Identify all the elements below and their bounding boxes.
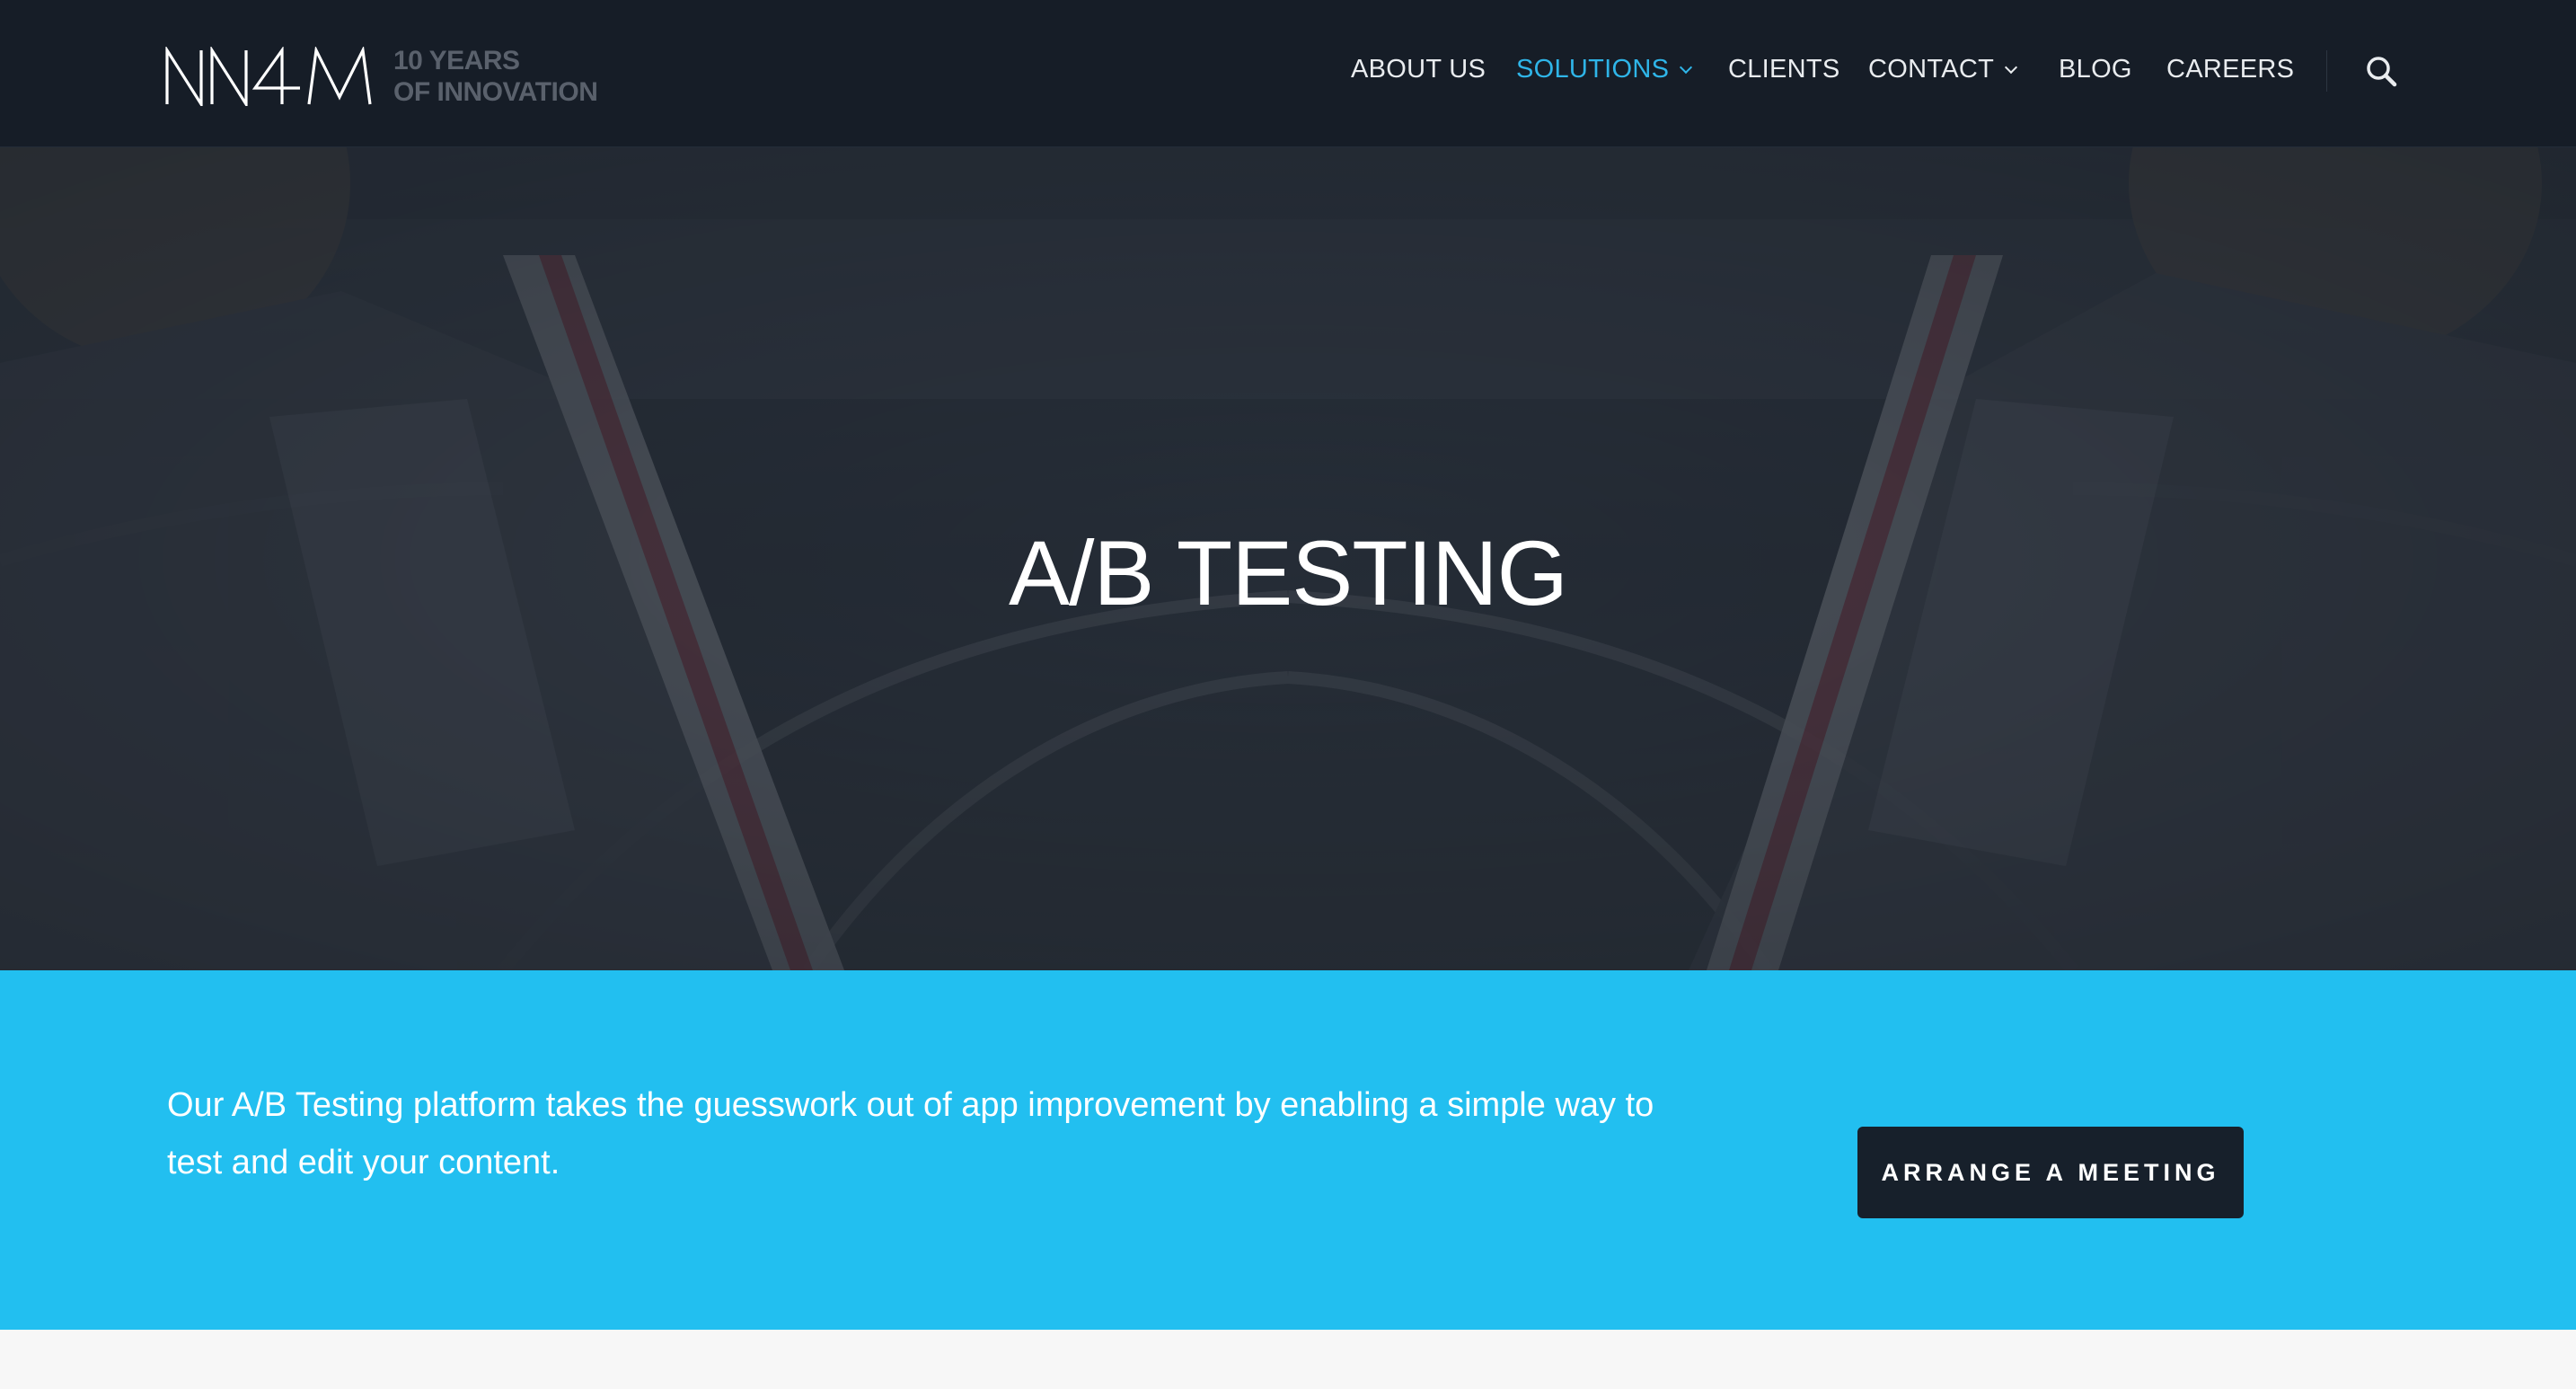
logo-tagline: 10 YEARS OF INNOVATION [393,45,598,108]
nav-item-about-us[interactable]: ABOUT US [1351,53,1486,85]
chevron-down-icon [1680,60,1693,75]
nav-item-label: CAREERS [2166,55,2295,84]
search-button[interactable] [2364,54,2400,90]
hero-banner: A/B TESTING [0,147,2576,970]
chevron-down-icon [2005,60,2018,75]
cta-description: Our A/B Testing platform takes the guess… [167,1086,1654,1181]
nav-item-label: ABOUT US [1351,55,1486,84]
nav-item-contact[interactable]: CONTACT [1868,53,2018,85]
site-header: 10 YEARS OF INNOVATION ABOUT US SOLUTION… [0,0,2576,147]
nav-item-careers[interactable]: CAREERS [2166,53,2294,85]
nav-item-label: CLIENTS [1728,55,1840,84]
nav-item-solutions[interactable]: SOLUTIONS [1516,53,1693,85]
content-area [0,1330,2576,1389]
search-icon [2367,57,2397,87]
arrange-meeting-button[interactable]: ARRANGE A MEETING [1857,1127,2244,1218]
cta-band: Our A/B Testing platform takes the guess… [0,970,2576,1330]
nav-item-label: CONTACT [1868,55,1995,84]
nav-item-label: SOLUTIONS [1516,55,1670,84]
page-title: A/B TESTING [1009,522,1568,624]
nav-divider [2326,50,2327,92]
tagline-line-2: OF INNOVATION [393,77,598,107]
nn4m-logo-icon [165,47,372,106]
tagline-line-1: 10 YEARS [393,46,520,75]
logo[interactable] [165,47,372,106]
nav-item-label: BLOG [2059,55,2132,84]
nav-item-blog[interactable]: BLOG [2059,53,2132,85]
nav-item-clients[interactable]: CLIENTS [1728,53,1840,85]
